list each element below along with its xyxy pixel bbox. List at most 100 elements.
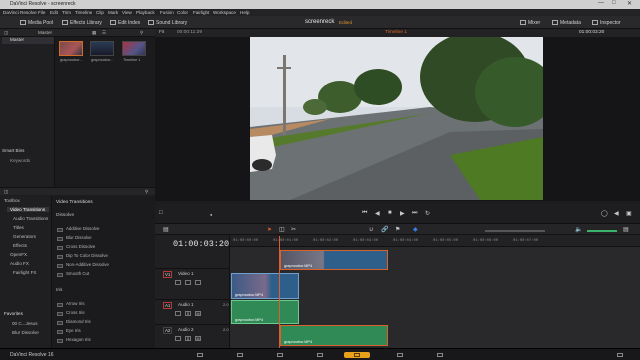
trim-tool-icon[interactable]: ◫ <box>279 226 285 233</box>
viewer-frame[interactable] <box>250 37 543 200</box>
media-pool-button[interactable]: Media Pool <box>20 18 53 27</box>
match-frame-icon[interactable]: ◯ <box>601 210 608 217</box>
timeline-ruler[interactable]: 01:00:00:00 01:00:01:00 01:00:02:00 01:0… <box>230 235 640 247</box>
timeline-video-clip[interactable]: grapnoobor.MP4 <box>280 250 388 270</box>
smart-bin-keywords[interactable]: Keywords <box>10 158 30 163</box>
fullscreen-icon[interactable]: ▣ <box>626 210 632 217</box>
go-to-start-icon[interactable]: ⏮ <box>362 210 367 217</box>
favorite-item[interactable]: Blur Dissolve <box>12 330 39 335</box>
fairlight-page-icon[interactable] <box>396 352 404 358</box>
deliver-page-icon[interactable] <box>436 352 444 358</box>
mute-button[interactable]: M <box>195 336 201 341</box>
effect-item[interactable]: Cross Dissolve <box>52 244 152 252</box>
viewer-zoom-fit[interactable]: Fit <box>159 30 164 35</box>
effect-item[interactable]: Additive Dissolve <box>52 226 152 234</box>
jog-indicator-icon[interactable]: ● <box>210 212 212 217</box>
color-page-icon[interactable] <box>344 352 370 358</box>
effect-item[interactable]: Blur Dissolve <box>52 235 152 243</box>
clip-thumbnail[interactable]: grapnoobor... <box>59 41 83 62</box>
menu-fairlight[interactable]: Fairlight <box>193 10 209 15</box>
panel-toggle-icon[interactable]: ◫ <box>4 189 8 195</box>
tree-audio-fx[interactable]: Audio FX <box>10 261 29 266</box>
timeline-video-clip[interactable]: grapnoobor.MP4 <box>231 273 299 299</box>
menu-file[interactable]: File <box>38 10 45 15</box>
menu-workspace[interactable]: Workspace <box>213 10 236 15</box>
edit-index-button[interactable]: Edit Index <box>110 18 140 27</box>
menu-edit[interactable]: Edit <box>50 10 58 15</box>
effects-library-button[interactable]: Effects Library <box>62 18 102 27</box>
menu-help[interactable]: Help <box>240 10 249 15</box>
timeline-name[interactable]: Timeline 1 <box>385 30 407 35</box>
tree-generators[interactable]: Generators <box>13 234 36 239</box>
clip-thumbnail[interactable]: grapnoobor... <box>90 41 114 62</box>
close-icon[interactable]: ✕ <box>627 0 632 7</box>
effect-item[interactable]: Arrow Iris <box>52 301 152 309</box>
menu-clip[interactable]: Clip <box>96 10 104 15</box>
effect-item[interactable]: Diamond Iris <box>52 319 152 327</box>
cut-page-icon[interactable] <box>236 352 244 358</box>
marker-icon[interactable]: ◆ <box>413 226 418 233</box>
inspector-button[interactable]: Inspector <box>592 18 621 27</box>
lock-track-icon[interactable] <box>175 280 181 285</box>
effect-item[interactable]: Eye Iris <box>52 328 152 336</box>
track-tag[interactable]: V1 <box>163 271 173 278</box>
search-icon[interactable]: ⚲ <box>145 189 148 195</box>
timeline-view-icon[interactable]: ▤ <box>163 226 169 233</box>
selection-tool-icon[interactable]: ➤ <box>267 226 272 233</box>
link-icon[interactable]: 🔗 <box>381 226 388 233</box>
minimize-icon[interactable]: — <box>598 0 604 6</box>
flag-icon[interactable]: ⚑ <box>395 226 400 233</box>
tree-effects[interactable]: Effects <box>13 243 27 248</box>
effect-item[interactable]: Hexagon Iris <box>52 337 152 345</box>
effect-item[interactable]: Smooth Cut <box>52 271 152 279</box>
view-options-icon[interactable]: □ <box>159 210 163 216</box>
solo-button[interactable]: S <box>185 336 191 341</box>
sound-library-button[interactable]: Sound Library <box>148 18 187 27</box>
timeline-audio-clip[interactable]: grapnoobor.MP4 <box>231 300 299 324</box>
zoom-slider[interactable] <box>485 230 545 232</box>
blade-tool-icon[interactable]: ✂ <box>291 226 296 233</box>
auto-select-icon[interactable] <box>185 280 191 285</box>
audio-meter-icon[interactable]: ▤ <box>623 226 629 233</box>
favorite-item[interactable]: 00 C...Jesus <box>12 321 38 326</box>
effect-item[interactable]: Dip To Color Dissolve <box>52 253 152 261</box>
menu-mark[interactable]: Mark <box>108 10 118 15</box>
mute-button[interactable]: M <box>195 311 201 316</box>
tree-fairlight-fx[interactable]: Fairlight FX <box>13 270 37 275</box>
effect-item[interactable]: Non-Additive Dissolve <box>52 262 152 270</box>
maximize-icon[interactable]: □ <box>612 0 616 6</box>
snapping-icon[interactable]: ∪ <box>369 226 373 233</box>
solo-button[interactable]: S <box>185 311 191 316</box>
track-tag[interactable]: A1 <box>163 302 173 309</box>
playhead[interactable] <box>279 236 280 348</box>
menu-trim[interactable]: Trim <box>62 10 71 15</box>
tree-titles[interactable]: Titles <box>13 225 24 230</box>
lock-track-icon[interactable] <box>175 336 181 341</box>
menu-color[interactable]: Color <box>177 10 188 15</box>
disable-track-icon[interactable] <box>195 280 201 285</box>
timeline-audio-clip[interactable]: grapnoobor.MP4 <box>280 325 388 346</box>
reverse-play-icon[interactable]: ◀ <box>375 210 380 217</box>
play-icon[interactable]: ▶ <box>400 210 405 217</box>
tree-audio-transitions[interactable]: Audio Transitions <box>13 216 48 221</box>
thumbnail-view-icon[interactable]: ▦ <box>92 30 96 36</box>
edit-page-icon[interactable] <box>276 352 284 358</box>
search-icon[interactable]: ⚲ <box>140 30 143 36</box>
menu-davinci[interactable]: DaVinci Resolve <box>3 10 37 15</box>
menu-view[interactable]: View <box>122 10 132 15</box>
menu-fusion[interactable]: Fusion <box>160 10 174 15</box>
list-view-icon[interactable]: ☰ <box>102 30 106 36</box>
volume-slider[interactable] <box>587 230 617 232</box>
fusion-page-icon[interactable] <box>316 352 324 358</box>
lock-track-icon[interactable] <box>175 311 181 316</box>
timeline-thumbnail[interactable]: Timeline 1 <box>122 41 146 62</box>
media-page-icon[interactable] <box>196 352 204 358</box>
menu-playback[interactable]: Playback <box>136 10 155 15</box>
loop-icon[interactable]: ↻ <box>425 210 430 217</box>
tree-openfx[interactable]: OpenFX <box>10 252 27 257</box>
prev-frame-icon[interactable]: ◀ <box>614 210 619 217</box>
effect-item[interactable]: Cross Iris <box>52 310 152 318</box>
volume-icon[interactable]: 🔈 <box>575 226 582 233</box>
tree-toolbox[interactable]: Toolbox <box>4 198 20 203</box>
menu-timeline[interactable]: Timeline <box>75 10 92 15</box>
